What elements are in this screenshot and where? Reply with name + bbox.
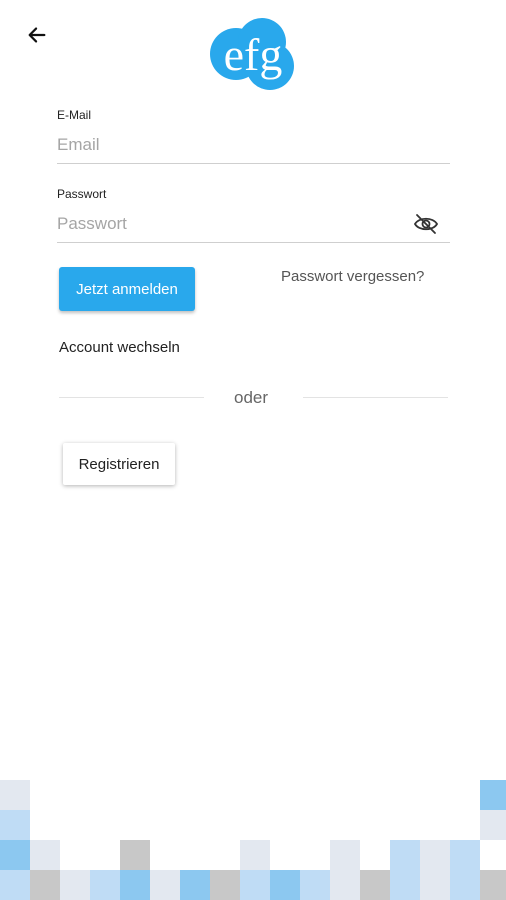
decorative-tile [420, 870, 450, 900]
switch-account-link[interactable]: Account wechseln [59, 339, 180, 356]
arrow-left-icon [28, 27, 46, 43]
decorative-tile [420, 840, 450, 870]
eye-off-icon [413, 214, 439, 234]
decorative-tile [480, 870, 506, 900]
decorative-tile [240, 870, 270, 900]
decorative-tile [210, 870, 240, 900]
decorative-tile [30, 840, 60, 870]
decorative-tile [270, 870, 300, 900]
password-field[interactable] [57, 206, 450, 243]
decorative-tile [90, 870, 120, 900]
back-button[interactable] [22, 20, 52, 50]
decorative-tile [0, 870, 30, 900]
password-label: Passwort [57, 187, 107, 201]
decorative-tile [30, 870, 60, 900]
decorative-tile [330, 840, 360, 870]
decorative-tile [360, 870, 390, 900]
divider-right [303, 397, 448, 398]
decorative-tile [480, 810, 506, 840]
decorative-tile [0, 780, 30, 810]
decorative-tile [450, 840, 480, 870]
decorative-tile [120, 840, 150, 870]
email-field[interactable] [57, 127, 450, 164]
decorative-tile [0, 810, 30, 840]
decorative-tile [150, 870, 180, 900]
efg-logo: efg [210, 18, 294, 90]
decorative-tile [60, 870, 90, 900]
decorative-tile [390, 870, 420, 900]
logo-text: efg [224, 29, 283, 80]
register-button[interactable]: Registrieren [63, 443, 175, 485]
decorative-tile [240, 840, 270, 870]
forgot-password-link[interactable]: Passwort vergessen? [281, 268, 424, 285]
login-button[interactable]: Jetzt anmelden [59, 267, 195, 311]
decorative-tile [480, 780, 506, 810]
email-label: E-Mail [57, 108, 92, 122]
decorative-tile [300, 870, 330, 900]
decorative-tile [390, 840, 420, 870]
divider-left [59, 397, 204, 398]
decorative-tile [120, 870, 150, 900]
decorative-tile [450, 870, 480, 900]
password-visibility-toggle[interactable] [413, 212, 439, 236]
decorative-tile [180, 870, 210, 900]
divider-text: oder [234, 388, 269, 407]
decorative-tile [0, 840, 30, 870]
decorative-tile [330, 870, 360, 900]
